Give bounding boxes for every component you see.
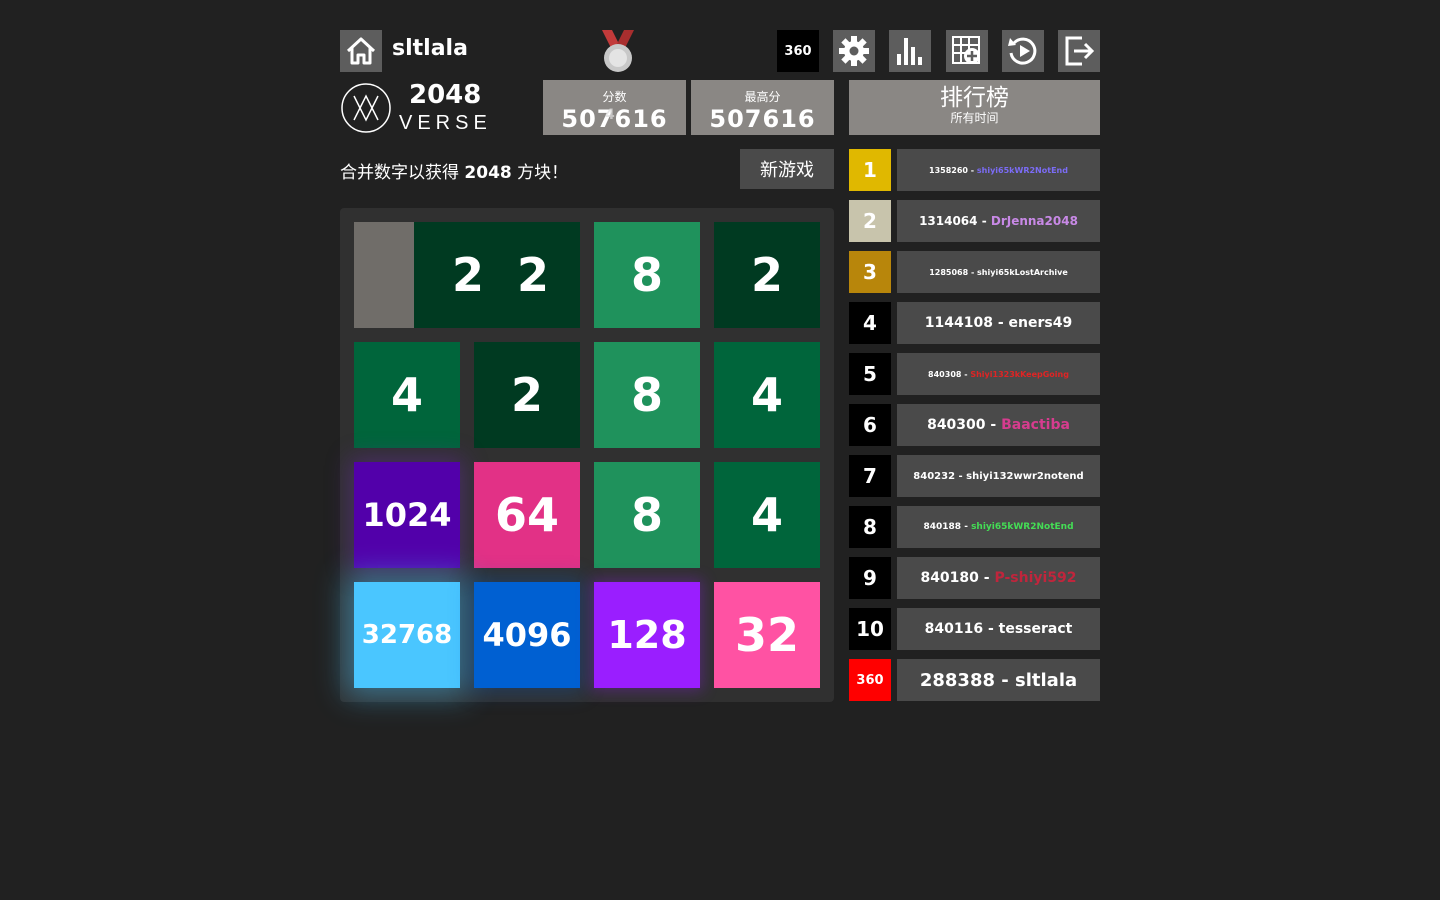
- tile: 128: [594, 582, 700, 688]
- tile: 2: [474, 342, 580, 448]
- settings-icon: [839, 36, 869, 66]
- leaderboard-header[interactable]: 排行榜 所有时间: [849, 80, 1100, 135]
- leaderboard-rank: 8: [849, 506, 891, 548]
- leaderboard-score: 840308 -: [928, 369, 971, 379]
- leaderboard-entry[interactable]: 840116 - tesseract: [897, 608, 1100, 650]
- leaderboard-rank: 5: [849, 353, 891, 395]
- leaderboard-entry[interactable]: 840232 - shiyi132wwr2notend: [897, 455, 1100, 497]
- leaderboard-entry[interactable]: 288388 - sltlala: [897, 659, 1100, 701]
- leaderboard-rank: 9: [849, 557, 891, 599]
- leaderboard-entry[interactable]: 1314064 - DrJenna2048: [897, 200, 1100, 242]
- tile: 1024: [354, 462, 460, 568]
- logo-word: VERSE: [399, 112, 492, 134]
- tile: 8: [594, 462, 700, 568]
- leaderboard-rank: 360: [849, 659, 891, 701]
- leaderboard-score: 288388 -: [919, 669, 1016, 691]
- leaderboard-rank: 7: [849, 455, 891, 497]
- score-label: 分数: [602, 90, 627, 104]
- leaderboard-rank: 10: [849, 608, 891, 650]
- tile: 4: [714, 342, 820, 448]
- logout-icon: [1065, 36, 1095, 66]
- intro-prefix: 合并数字以获得: [340, 163, 465, 183]
- logo-icon: [340, 82, 392, 134]
- leaderboard-score: 840188 -: [923, 522, 972, 532]
- tile: 4: [354, 342, 460, 448]
- logout-button[interactable]: [1058, 30, 1100, 72]
- tile: 32768: [354, 582, 460, 688]
- replay-icon: [1008, 37, 1037, 65]
- tile: 2: [714, 222, 820, 328]
- intro-bold: 2048: [464, 163, 512, 183]
- leaderboard-score: 840180 -: [920, 570, 995, 586]
- stats-icon: [897, 38, 922, 65]
- home-icon: [346, 37, 376, 65]
- leaderboard-score: 840232 -: [913, 470, 967, 482]
- leaderboard-name: DrJenna2048: [990, 214, 1078, 228]
- leaderboard-score: 1358260 -: [929, 165, 977, 175]
- leaderboard-name: P-shiyi592: [994, 570, 1077, 586]
- best-label: 最高分: [744, 90, 781, 104]
- leaderboard-entry[interactable]: 840188 - shiyi65kWR2NotEnd: [897, 506, 1100, 548]
- leaderboard-score: 1144108 -: [924, 315, 1009, 331]
- leaderboard-entry[interactable]: 1358260 - shiyi65kWR2NotEnd: [897, 149, 1100, 191]
- badge-360[interactable]: 360: [777, 30, 819, 72]
- leaderboard-rank: 3: [849, 251, 891, 293]
- score-value: 507616 4: [543, 105, 686, 133]
- medal-icon: [598, 28, 638, 74]
- tile: 8: [594, 222, 700, 328]
- leaderboard-rank: 6: [849, 404, 891, 446]
- add-grid-button[interactable]: [946, 30, 988, 72]
- new-game-button[interactable]: 新游戏: [740, 149, 834, 189]
- leaderboard-name: shiyi132wwr2notend: [966, 470, 1084, 482]
- stats-button[interactable]: [889, 30, 931, 72]
- replay-button[interactable]: [1002, 30, 1044, 72]
- leaderboard-name: sltlala: [1015, 669, 1078, 691]
- leaderboard-name: Baactiba: [1001, 417, 1070, 433]
- leaderboard-name: shiyi65kWR2NotEnd: [971, 522, 1074, 532]
- leaderboard-score: 840116 -: [924, 621, 999, 637]
- intro-text: 合并数字以获得 2048 方块！: [340, 158, 568, 183]
- leaderboard-entry[interactable]: 1144108 - eners49: [897, 302, 1100, 344]
- leaderboard-name: eners49: [1008, 315, 1073, 331]
- logo-number: 2048: [409, 80, 482, 110]
- leaderboard-rank: 2: [849, 200, 891, 242]
- leaderboard-entry[interactable]: 1285068 - shiyi65kLostArchive: [897, 251, 1100, 293]
- tile: 32: [714, 582, 820, 688]
- leaderboard-score: 1314064 -: [919, 214, 991, 228]
- settings-button[interactable]: [833, 30, 875, 72]
- tile-label: 2: [517, 248, 550, 302]
- leaderboard-name: Shiyi1323kKeepGoing: [970, 369, 1069, 379]
- tile: 4: [714, 462, 820, 568]
- tile: 4096: [474, 582, 580, 688]
- leaderboard-name: shiyi65kWR2NotEnd: [976, 165, 1068, 175]
- score-box: 分数 507616 4: [543, 80, 686, 135]
- leaderboard-subtitle: 所有时间: [950, 111, 999, 125]
- score-increment: 4: [605, 107, 616, 123]
- best-box: 最高分 507616: [691, 80, 834, 135]
- username: sltlala: [392, 36, 468, 61]
- leaderboard-rank: 1: [849, 149, 891, 191]
- leaderboard-score: 1285068 -: [929, 267, 978, 277]
- leaderboard-entry[interactable]: 840180 - P-shiyi592: [897, 557, 1100, 599]
- leaderboard-name: tesseract: [998, 621, 1073, 637]
- leaderboard-entry[interactable]: 840300 - Baactiba: [897, 404, 1100, 446]
- tile: 64: [474, 462, 580, 568]
- leaderboard-name: shiyi65kLostArchive: [977, 267, 1068, 277]
- leaderboard-entry[interactable]: 840308 - Shiyi1323kKeepGoing: [897, 353, 1100, 395]
- tile: 22: [354, 222, 580, 328]
- leaderboard-title: 排行榜: [940, 85, 1009, 111]
- leaderboard-score: 840300 -: [927, 417, 1002, 433]
- best-value: 507616: [709, 105, 816, 133]
- home-button[interactable]: [340, 30, 382, 72]
- game-board[interactable]: 2 2 8 2 4 2 8 4 1024 64 8 4 32768 4096 128 32: [340, 208, 834, 702]
- tile: 8: [594, 342, 700, 448]
- add-grid-icon: [952, 36, 980, 64]
- intro-suffix: 方块！: [511, 163, 569, 183]
- tile-label: 2: [452, 248, 485, 302]
- leaderboard-rank: 4: [849, 302, 891, 344]
